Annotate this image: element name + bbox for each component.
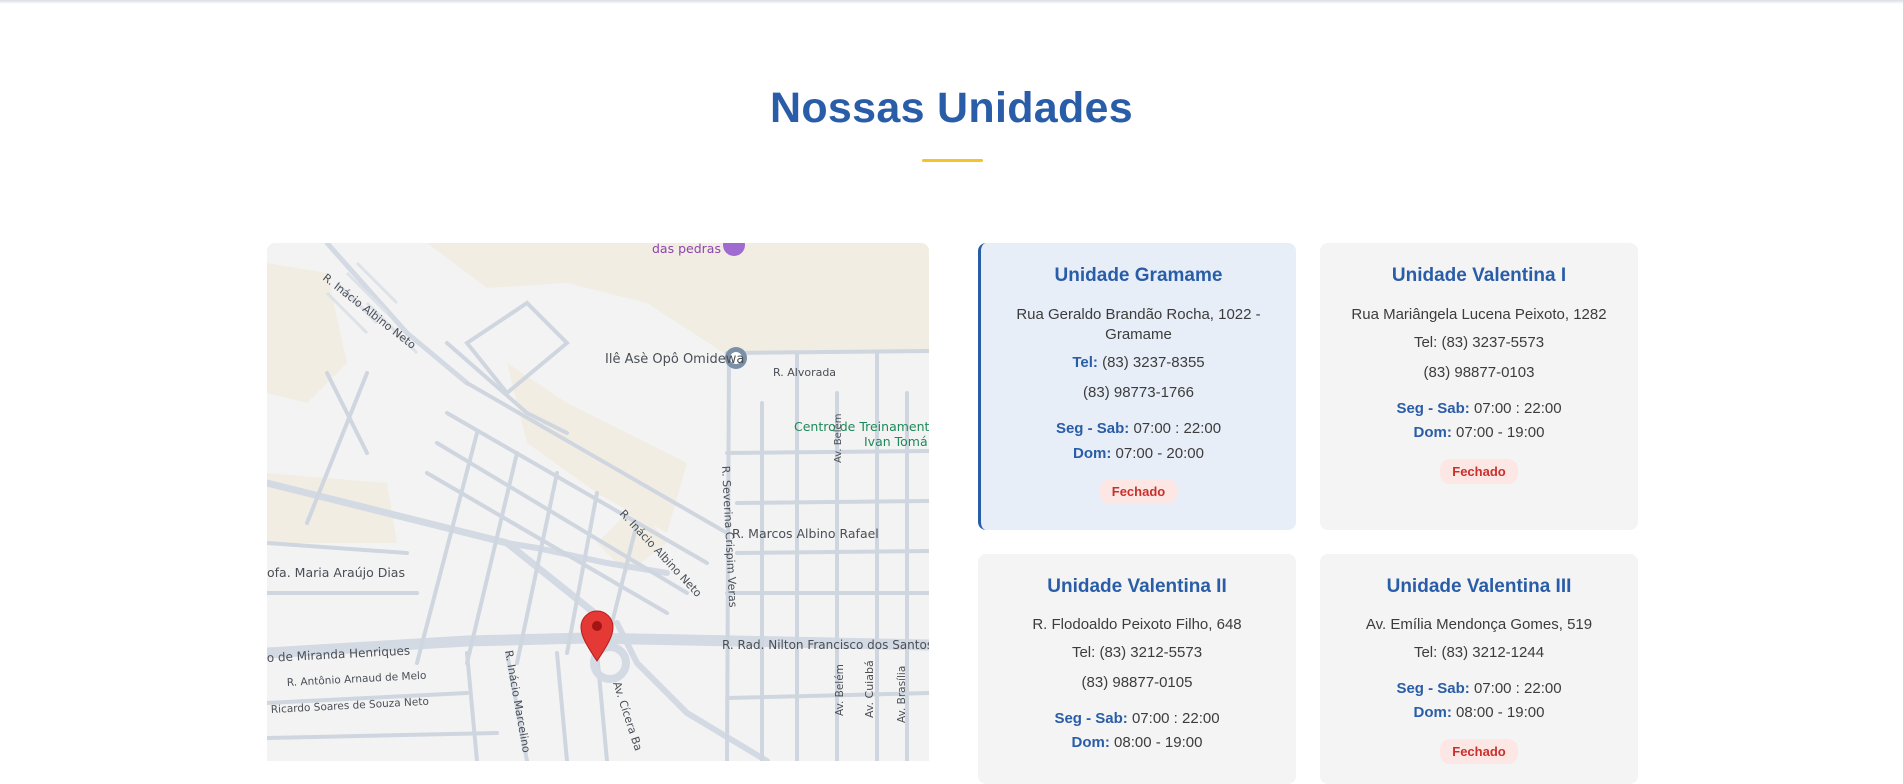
unit-sunday-hours: Dom: 07:00 - 19:00 xyxy=(1320,423,1638,443)
unit-sunday-hours: Dom: 08:00 - 19:00 xyxy=(1320,703,1638,723)
status-badge: Fechado xyxy=(1440,739,1518,764)
tel-label: Tel: xyxy=(1071,644,1096,661)
tel-label: Tel: xyxy=(1072,354,1098,371)
tel-number[interactable]: (83) 3237-5573 xyxy=(1441,334,1544,351)
tel-label: Tel: xyxy=(1413,644,1438,661)
header-shadow xyxy=(0,0,1903,4)
unit-address: R. Flodoaldo Peixoto Filho, 648 xyxy=(1032,616,1242,633)
map-label: Centro de Treinament xyxy=(794,419,929,434)
unit-name: Unidade Valentina I xyxy=(1391,265,1567,286)
sunday-label: Dom: xyxy=(1413,704,1452,721)
map-canvas[interactable]: das pedras Ilê Asè Opô Omidewa R. Alvora… xyxy=(267,243,929,761)
map-label: R. Rad. Nilton Francisco dos Santos xyxy=(722,638,929,652)
unit-weekday-hours: Seg - Sab: 07:00 : 22:00 xyxy=(1320,679,1638,699)
weekday-label: Seg - Sab: xyxy=(1396,680,1470,697)
tel-number[interactable]: (83) 3212-1244 xyxy=(1441,644,1544,661)
unit-name: Unidade Gramame xyxy=(1054,265,1223,286)
sunday-value: 08:00 - 19:00 xyxy=(1114,734,1203,751)
unit-card-valentina-iii[interactable]: Unidade Valentina III Av. Emília Mendonç… xyxy=(1320,554,1638,784)
weekday-value: 07:00 : 22:00 xyxy=(1473,400,1562,417)
unit-sunday-hours: Dom: 07:00 - 20:00 xyxy=(981,444,1296,464)
status-badge: Fechado xyxy=(1099,479,1178,504)
weekday-label: Seg - Sab: xyxy=(1054,710,1128,727)
unit-phone: Tel: (83) 3237-5573 xyxy=(1320,333,1638,353)
map-label: Av. Belém xyxy=(834,664,846,716)
unit-phone: Tel: (83) 3212-1244 xyxy=(1320,643,1638,663)
status-badge: Fechado xyxy=(1440,459,1518,484)
unit-weekday-hours: Seg - Sab: 07:00 : 22:00 xyxy=(978,709,1296,729)
weekday-label: Seg - Sab: xyxy=(1396,400,1470,417)
map-label: Av. Cuiabá xyxy=(863,660,876,718)
sunday-label: Dom: xyxy=(1413,424,1452,441)
map-label: Ilê Asè Opô Omidewa xyxy=(605,352,744,367)
sunday-value: 08:00 - 19:00 xyxy=(1456,704,1545,721)
map-label: R. Marcos Albino Rafael xyxy=(732,526,879,541)
map-label: Av. Belém xyxy=(832,414,844,463)
map-label: R. Alvorada xyxy=(773,366,836,379)
weekday-value: 07:00 : 22:00 xyxy=(1473,680,1562,697)
unit-phone-2[interactable]: (83) 98877-0105 xyxy=(978,673,1296,693)
unit-phone: Tel: (83) 3212-5573 xyxy=(978,643,1296,663)
sunday-label: Dom: xyxy=(1071,734,1110,751)
unit-weekday-hours: Seg - Sab: 07:00 : 22:00 xyxy=(1320,399,1638,419)
map-label: Av. Brasília xyxy=(896,666,908,723)
tel-number[interactable]: (83) 3237-8355 xyxy=(1102,354,1205,371)
tel-number[interactable]: (83) 3212-5573 xyxy=(1099,644,1202,661)
unit-sunday-hours: Dom: 08:00 - 19:00 xyxy=(978,733,1296,753)
weekday-label: Seg - Sab: xyxy=(1055,420,1130,437)
map-label: Ivan Tomá xyxy=(864,434,928,449)
unit-address: Av. Emília Mendonça Gomes, 519 xyxy=(1365,616,1593,633)
unit-card-valentina-ii[interactable]: Unidade Valentina II R. Flodoaldo Peixot… xyxy=(978,554,1296,784)
tel-label: Tel: xyxy=(1413,334,1438,351)
map-label: ofa. Maria Araújo Dias xyxy=(267,565,405,580)
map-label: das pedras xyxy=(652,243,721,256)
unit-address: Rua Mariângela Lucena Peixoto, 1282 xyxy=(1351,306,1607,323)
map-embed[interactable]: das pedras Ilê Asè Opô Omidewa R. Alvora… xyxy=(267,243,929,761)
unit-weekday-hours: Seg - Sab: 07:00 : 22:00 xyxy=(981,419,1296,439)
sunday-label: Dom: xyxy=(1073,445,1112,462)
unit-card-gramame[interactable]: Unidade Gramame Rua Geraldo Brandão Roch… xyxy=(978,243,1296,530)
unit-phone-2[interactable]: (83) 98877-0103 xyxy=(1320,363,1638,383)
unit-name: Unidade Valentina II xyxy=(1047,576,1227,597)
unit-name: Unidade Valentina III xyxy=(1386,576,1572,597)
section-title: Nossas Unidades xyxy=(770,84,1133,132)
title-underline xyxy=(922,159,983,162)
unit-card-valentina-i[interactable]: Unidade Valentina I Rua Mariângela Lucen… xyxy=(1320,243,1638,530)
unit-phone-2[interactable]: (83) 98773-1766 xyxy=(981,383,1296,403)
weekday-value: 07:00 : 22:00 xyxy=(1131,710,1220,727)
weekday-value: 07:00 : 22:00 xyxy=(1133,420,1222,437)
sunday-value: 07:00 - 19:00 xyxy=(1456,424,1545,441)
sunday-value: 07:00 - 20:00 xyxy=(1115,445,1204,462)
unit-address: Rua Geraldo Brandão Rocha, 1022 - Gramam… xyxy=(1016,306,1261,343)
unit-phone: Tel: (83) 3237-8355 xyxy=(981,353,1296,373)
